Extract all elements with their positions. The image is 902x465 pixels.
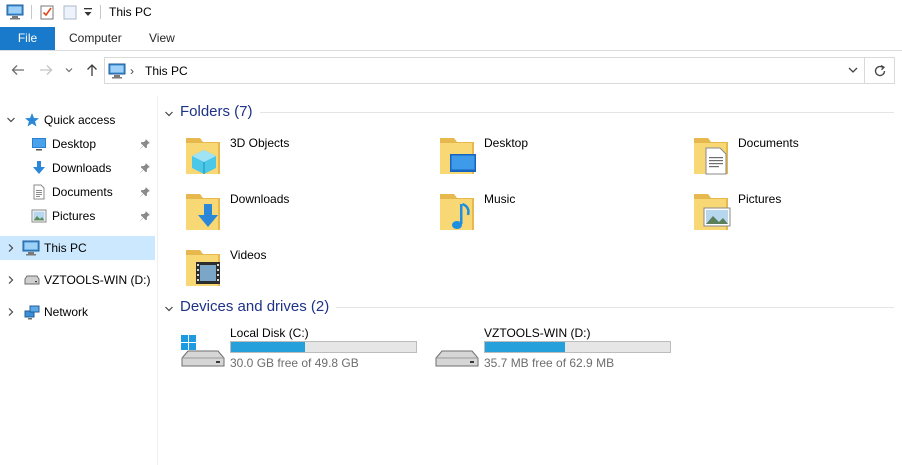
desktop-icon	[438, 134, 478, 181]
folder-name: Videos	[230, 248, 267, 262]
computer-icon	[6, 4, 24, 23]
computer-icon	[22, 240, 40, 259]
drive-usage-fill	[231, 342, 305, 352]
forward-button[interactable]	[38, 62, 54, 80]
download-arrow-icon	[31, 160, 47, 179]
expanded-chevron-icon[interactable]	[164, 303, 174, 317]
downloads-icon	[184, 190, 224, 237]
pin-icon[interactable]	[140, 162, 150, 176]
videos-icon	[184, 246, 224, 293]
address-dropdown-icon[interactable]	[847, 64, 859, 79]
document-icon	[31, 184, 47, 203]
drive-local-disk-c[interactable]: Local Disk (C:) 30.0 GB free of 49.8 GB	[180, 324, 430, 374]
expanded-chevron-icon[interactable]	[6, 114, 16, 128]
drive-usage-bar	[484, 341, 671, 353]
nav-network[interactable]: Network	[0, 300, 155, 324]
title-separator	[100, 5, 101, 19]
folder-downloads[interactable]: Downloads	[184, 190, 424, 240]
pin-icon[interactable]	[140, 138, 150, 152]
navigation-pane: Quick access Desktop Downloads Documents	[0, 96, 158, 465]
drive-icon	[24, 274, 40, 289]
breadcrumb-this-pc[interactable]: This PC	[145, 64, 188, 78]
folder-name: Desktop	[484, 136, 529, 150]
recent-locations-button[interactable]	[64, 62, 74, 80]
nav-label: VZTOOLS-WIN (D:)	[44, 273, 151, 287]
documents-icon	[692, 134, 732, 181]
refresh-button[interactable]	[865, 57, 895, 84]
collapsed-chevron-icon[interactable]	[6, 306, 16, 320]
ribbon-tabs: File Computer View	[0, 27, 902, 51]
address-bar[interactable]: › This PC	[104, 57, 865, 84]
drive-free-space: 35.7 MB free of 62.9 MB	[484, 356, 615, 370]
drive-icon	[434, 324, 480, 373]
drive-name: Local Disk (C:)	[230, 326, 309, 340]
folder-desktop[interactable]: Desktop	[438, 134, 678, 184]
desktop-icon	[31, 136, 47, 155]
folder-music[interactable]: Music	[438, 190, 678, 240]
title-separator	[31, 5, 32, 19]
nav-this-pc[interactable]: This PC	[0, 236, 155, 260]
group-divider	[260, 112, 894, 113]
star-icon	[24, 112, 40, 131]
folder-pictures[interactable]: Pictures	[692, 190, 902, 240]
drive-usage-fill	[485, 342, 565, 352]
tab-view[interactable]: View	[139, 27, 185, 50]
properties-icon[interactable]	[39, 4, 55, 23]
nav-label: Documents	[52, 185, 113, 199]
nav-label: Quick access	[44, 113, 116, 127]
pin-icon[interactable]	[140, 210, 150, 224]
new-folder-icon[interactable]	[62, 4, 78, 23]
nav-label: Pictures	[52, 209, 96, 223]
picture-icon	[31, 208, 47, 227]
folder-3d-objects[interactable]: 3D Objects	[184, 134, 424, 184]
nav-quick-access[interactable]: Quick access	[0, 108, 155, 132]
nav-item-documents[interactable]: Documents	[0, 180, 155, 204]
group-divider	[336, 307, 894, 308]
up-button[interactable]	[84, 62, 100, 80]
folder-name: Downloads	[230, 192, 290, 206]
nav-label: Desktop	[52, 137, 97, 151]
window-title: This PC	[109, 5, 152, 19]
customize-toolbar-icon[interactable]	[83, 6, 93, 21]
drive-vztools-d[interactable]: VZTOOLS-WIN (D:) 35.7 MB free of 62.9 MB	[434, 324, 684, 374]
folder-name: Documents	[738, 136, 799, 150]
nav-item-desktop[interactable]: Desktop	[0, 132, 155, 156]
drive-name: VZTOOLS-WIN (D:)	[484, 326, 591, 340]
group-title: Devices and drives (2)	[180, 298, 330, 315]
back-button[interactable]	[10, 62, 26, 80]
title-bar: This PC	[0, 0, 902, 26]
nav-label: Network	[44, 305, 89, 319]
nav-item-pictures[interactable]: Pictures	[0, 204, 155, 228]
music-icon	[438, 190, 478, 237]
drive-usage-bar	[230, 341, 417, 353]
collapsed-chevron-icon[interactable]	[6, 274, 16, 288]
collapsed-chevron-icon[interactable]	[6, 242, 16, 256]
nav-label: Downloads	[52, 161, 112, 175]
expanded-chevron-icon[interactable]	[164, 108, 174, 122]
network-icon	[24, 304, 40, 323]
tab-computer[interactable]: Computer	[59, 27, 132, 50]
folders-group-header[interactable]: Folders (7)	[164, 103, 894, 123]
folder-name: Music	[484, 192, 516, 206]
pictures-icon	[692, 190, 732, 237]
nav-item-downloads[interactable]: Downloads	[0, 156, 155, 180]
breadcrumb-chevron-icon[interactable]: ›	[130, 64, 134, 78]
windows-drive-icon	[180, 324, 226, 373]
3d-objects-icon	[184, 134, 224, 181]
tab-file[interactable]: File	[0, 27, 55, 50]
folder-documents[interactable]: Documents	[692, 134, 902, 184]
group-title: Folders (7)	[180, 103, 253, 120]
folder-name: 3D Objects	[230, 136, 290, 150]
nav-label: This PC	[44, 241, 87, 255]
nav-drive-d[interactable]: VZTOOLS-WIN (D:)	[0, 268, 155, 292]
drive-free-space: 30.0 GB free of 49.8 GB	[230, 356, 359, 370]
computer-icon	[108, 63, 126, 82]
folder-videos[interactable]: Videos	[184, 246, 424, 296]
folder-name: Pictures	[738, 192, 782, 206]
pin-icon[interactable]	[140, 186, 150, 200]
drives-group-header[interactable]: Devices and drives (2)	[164, 298, 894, 318]
refresh-icon	[874, 64, 886, 77]
